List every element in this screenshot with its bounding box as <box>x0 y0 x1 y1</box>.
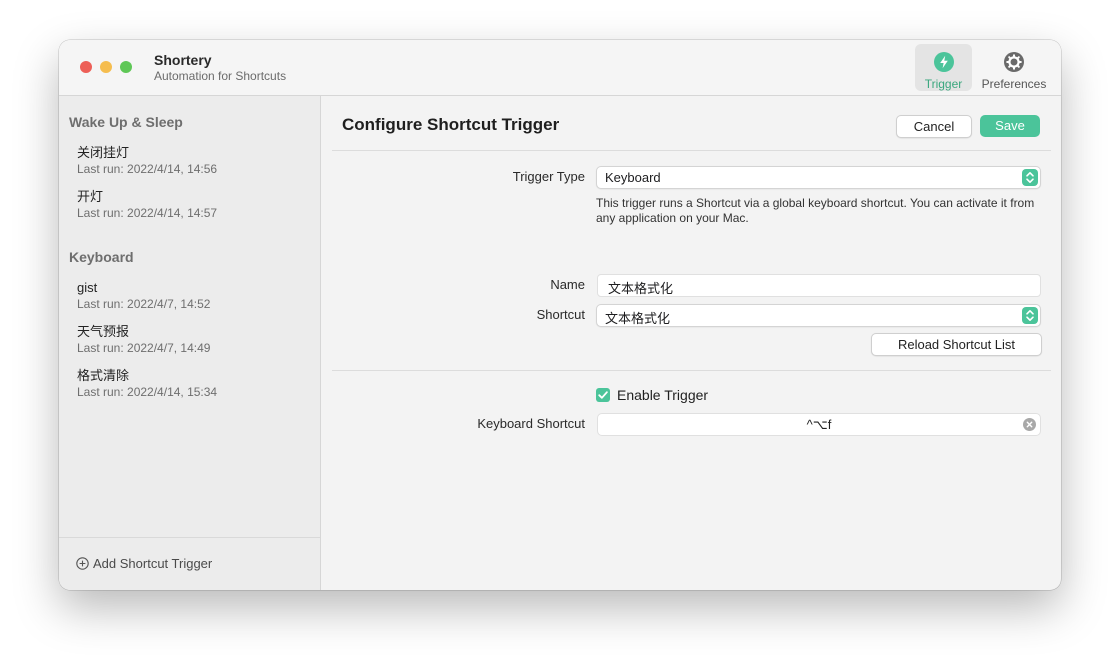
sidebar-item-last-run: Last run: 2022/4/14, 14:57 <box>77 206 218 220</box>
sidebar-item-name: 格式清除 <box>77 368 130 383</box>
sidebar-item-name: 关闭挂灯 <box>77 145 130 160</box>
sidebar-item[interactable]: 天气预报 Last run: 2022/4/7, 14:49 <box>77 324 307 356</box>
bolt-icon <box>933 52 954 72</box>
checkmark-icon <box>598 391 608 399</box>
sidebar-item[interactable]: 开灯 Last run: 2022/4/14, 14:57 <box>77 189 307 221</box>
chevron-updown-icon <box>1022 307 1038 324</box>
window-zoom-button[interactable] <box>120 61 132 73</box>
keyboard-shortcut-label: Keyboard Shortcut <box>477 416 585 431</box>
trigger-type-value: Keyboard <box>605 170 661 185</box>
trigger-type-label: Trigger Type <box>512 169 585 184</box>
sidebar-item[interactable]: 格式清除 Last run: 2022/4/14, 15:34 <box>77 368 307 400</box>
sidebar: Wake Up & Sleep 关闭挂灯 Last run: 2022/4/14… <box>59 96 321 590</box>
trigger-type-select[interactable]: Keyboard <box>596 166 1041 189</box>
app-window: Shortery Automation for Shortcuts Trigge… <box>59 40 1061 590</box>
toolbar-preferences-button[interactable]: Preferences <box>977 44 1051 91</box>
add-shortcut-trigger-button[interactable]: Add Shortcut Trigger <box>76 556 212 571</box>
enable-trigger-checkbox[interactable] <box>596 388 610 402</box>
toolbar-trigger-label: Trigger <box>924 77 963 91</box>
main-content: Configure Shortcut Trigger Cancel Save T… <box>321 96 1061 590</box>
name-value: 文本格式化 <box>608 281 674 296</box>
section-header-wake-up-sleep: Wake Up & Sleep <box>69 114 183 130</box>
add-shortcut-trigger-label: Add Shortcut Trigger <box>93 556 213 571</box>
enable-trigger-label[interactable]: Enable Trigger <box>617 387 708 403</box>
sidebar-item[interactable]: 关闭挂灯 Last run: 2022/4/14, 14:56 <box>77 145 307 177</box>
sidebar-item-last-run: Last run: 2022/4/7, 14:52 <box>77 297 211 311</box>
window-minimize-button[interactable] <box>100 61 112 73</box>
sidebar-item-last-run: Last run: 2022/4/14, 15:34 <box>77 385 218 399</box>
sidebar-item[interactable]: gist Last run: 2022/4/7, 14:52 <box>77 280 307 312</box>
toolbar-trigger-button[interactable]: Trigger <box>915 44 972 91</box>
cancel-button[interactable]: Cancel <box>896 115 972 138</box>
keyboard-shortcut-recorder[interactable]: ^⌥f <box>597 413 1041 436</box>
sidebar-item-last-run: Last run: 2022/4/7, 14:49 <box>77 341 211 355</box>
sidebar-item-name: 开灯 <box>77 189 104 204</box>
sidebar-footer: Add Shortcut Trigger <box>59 537 320 590</box>
sidebar-item-last-run: Last run: 2022/4/14, 14:56 <box>77 162 218 176</box>
name-field[interactable]: 文本格式化 <box>597 274 1041 297</box>
app-subtitle: Automation for Shortcuts <box>154 69 287 83</box>
chevron-updown-icon <box>1022 169 1038 186</box>
window-close-button[interactable] <box>80 61 92 73</box>
section-header-keyboard: Keyboard <box>69 249 134 265</box>
clear-x-icon[interactable] <box>1023 418 1036 431</box>
title-bar: Shortery Automation for Shortcuts Trigge… <box>59 40 1061 96</box>
shortcut-select[interactable]: 文本格式化 <box>596 304 1041 327</box>
app-title: Shortery <box>154 52 212 68</box>
name-label: Name <box>550 277 585 292</box>
save-button[interactable]: Save <box>980 115 1040 137</box>
toolbar-preferences-label: Preferences <box>981 77 1047 91</box>
page-title: Configure Shortcut Trigger <box>342 115 560 134</box>
sidebar-item-name: gist <box>77 280 98 295</box>
keyboard-shortcut-value: ^⌥f <box>806 417 832 432</box>
sidebar-item-name: 天气预报 <box>77 324 130 339</box>
shortcut-label: Shortcut <box>536 307 585 322</box>
trigger-help-text: This trigger runs a Shortcut via a globa… <box>596 196 1035 225</box>
divider <box>332 370 1051 371</box>
plus-circle-icon <box>76 557 89 570</box>
divider <box>332 150 1051 151</box>
reload-shortcut-list-button[interactable]: Reload Shortcut List <box>871 333 1042 356</box>
shortcut-value: 文本格式化 <box>605 311 671 326</box>
gear-icon <box>1004 52 1024 72</box>
